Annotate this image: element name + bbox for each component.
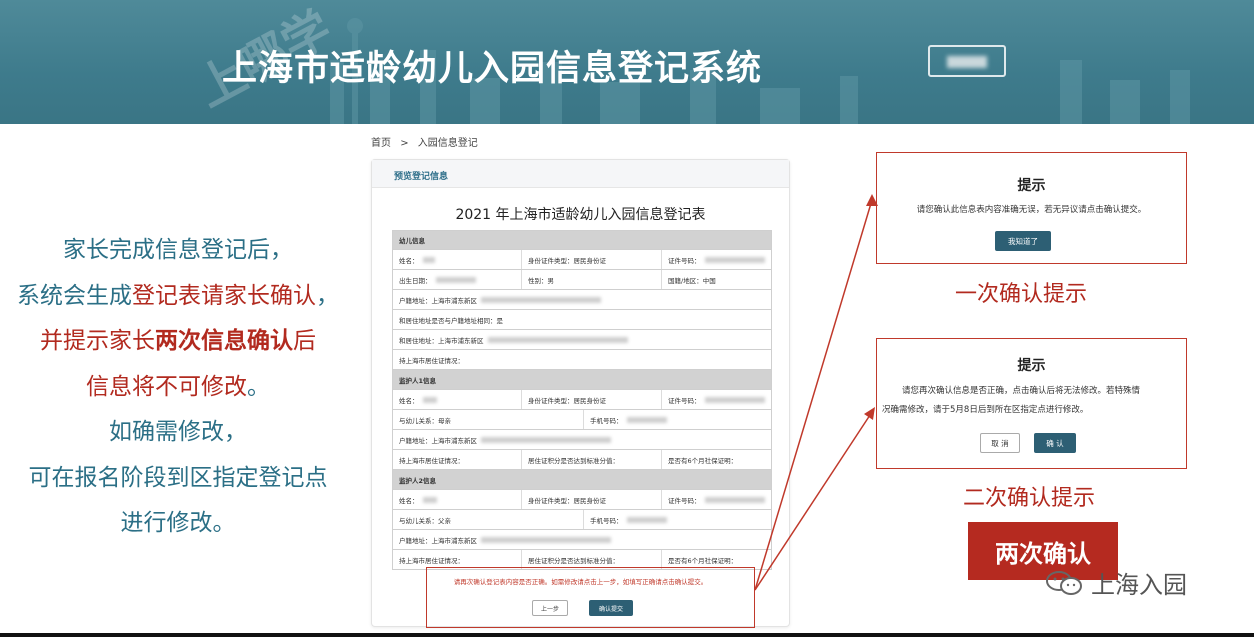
wechat-brand: 上海入园 bbox=[1045, 565, 1187, 600]
brand-name: 上海入园 bbox=[1091, 571, 1187, 599]
wechat-icon bbox=[1046, 570, 1082, 595]
bottom-border bbox=[0, 633, 1254, 637]
